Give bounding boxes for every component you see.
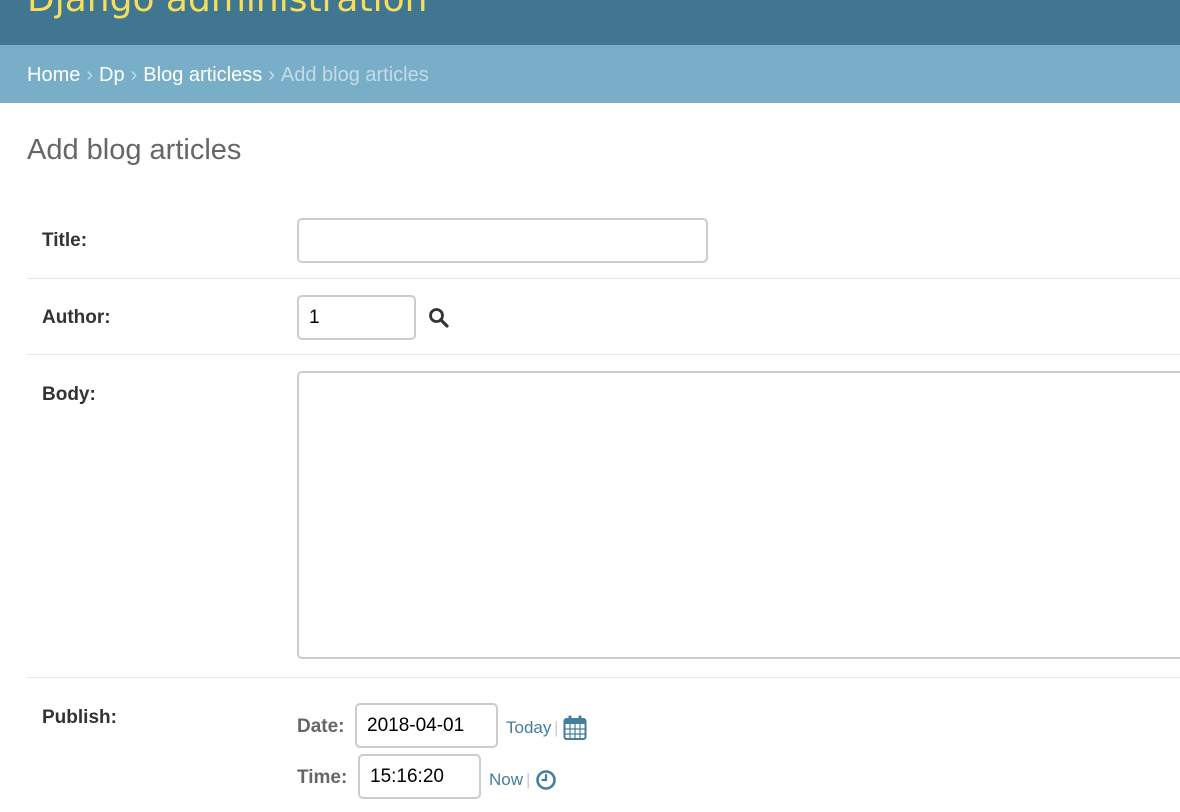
- title-label: Title:: [42, 230, 88, 251]
- breadcrumb: Home › Dp › Blog articless › Add blog articles: [0, 45, 1180, 103]
- breadcrumb-home[interactable]: Home: [27, 64, 80, 86]
- site-header: Django administration: [0, 0, 1180, 45]
- author-input[interactable]: [297, 295, 416, 340]
- site-title[interactable]: Django administration: [27, 0, 427, 20]
- shortcut-separator: |: [526, 770, 531, 789]
- time-label: Time:: [297, 767, 348, 788]
- breadcrumb-current: Add blog articles: [280, 64, 429, 86]
- clock-icon[interactable]: [535, 769, 557, 796]
- breadcrumb-model[interactable]: Blog articless: [143, 64, 262, 86]
- row-divider: [27, 677, 1180, 678]
- breadcrumb-separator: ›: [130, 64, 138, 86]
- calendar-icon[interactable]: [563, 715, 587, 746]
- page-title: Add blog articles: [27, 134, 242, 166]
- now-link[interactable]: Now: [489, 770, 523, 790]
- row-divider: [27, 354, 1180, 355]
- date-input[interactable]: [355, 703, 498, 748]
- breadcrumb-app[interactable]: Dp: [99, 64, 125, 86]
- publish-label: Publish:: [42, 707, 117, 728]
- shortcut-separator: |: [554, 718, 559, 737]
- time-input[interactable]: [358, 754, 481, 799]
- title-input[interactable]: [297, 218, 708, 263]
- date-label: Date:: [297, 716, 345, 737]
- row-divider: [27, 278, 1180, 279]
- body-label: Body:: [42, 384, 96, 405]
- breadcrumb-separator: ›: [268, 64, 275, 86]
- today-link[interactable]: Today: [506, 718, 551, 738]
- breadcrumb-separator: ›: [86, 64, 94, 86]
- author-label: Author:: [42, 307, 111, 328]
- body-textarea[interactable]: [297, 371, 1180, 659]
- search-icon[interactable]: [428, 307, 450, 329]
